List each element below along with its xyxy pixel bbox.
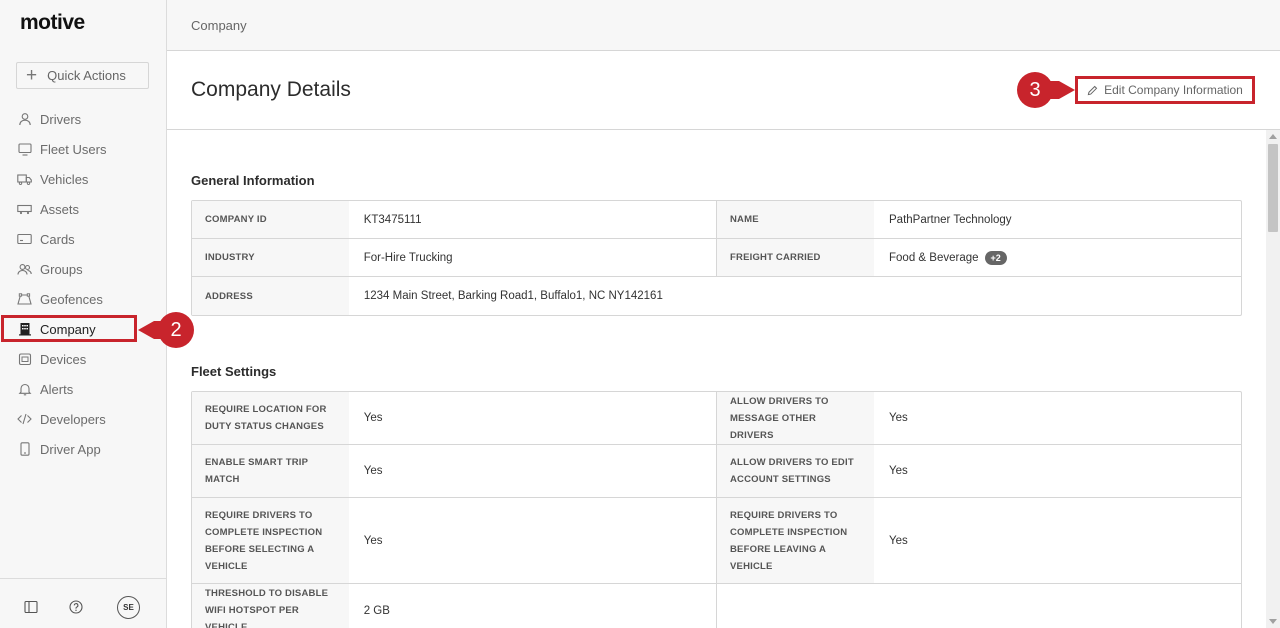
sidebar-item-alerts[interactable]: Alerts (0, 374, 166, 404)
sidebar-item-driver-app[interactable]: Driver App (0, 434, 166, 464)
sidebar-item-developers[interactable]: Developers (0, 404, 166, 434)
name-label: NAME (717, 201, 874, 238)
edit-company-information-button[interactable]: Edit Company Information (1075, 76, 1255, 104)
table-row: REQUIRE LOCATION FOR DUTY STATUS CHANGES… (192, 392, 1241, 445)
breadcrumb[interactable]: Company (191, 18, 247, 33)
sidebar-item-label: Cards (40, 231, 75, 247)
avatar[interactable]: SE (117, 596, 140, 619)
scroll-up-icon[interactable] (1269, 134, 1277, 139)
sidebar-item-geofences[interactable]: Geofences (0, 284, 166, 314)
person-icon (17, 112, 32, 127)
page-header: Company Details Edit Company Information (167, 51, 1280, 130)
setting-value: Yes (889, 534, 908, 547)
setting-label: ALLOW DRIVERS TO EDIT ACCOUNT SETTINGS (717, 445, 874, 497)
sidebar-item-label: Devices (40, 351, 87, 367)
plus-icon: + (26, 65, 38, 86)
name-value: PathPartner Technology (889, 213, 1012, 226)
address-label: ADDRESS (192, 277, 349, 315)
setting-value: Yes (889, 412, 908, 424)
setting-label: THRESHOLD TO DISABLE WIFI HOTSPOT PER VE… (192, 584, 349, 628)
general-information-grid: COMPANY ID KT3475111 NAME PathPartner Te… (191, 200, 1242, 316)
geofence-icon (17, 292, 32, 307)
setting-label: ALLOW DRIVERS TO MESSAGE OTHER DRIVERS (717, 392, 874, 444)
sidebar-item-drivers[interactable]: Drivers (0, 104, 166, 134)
sidebar-item-cards[interactable]: Cards (0, 224, 166, 254)
sidebar-item-devices[interactable]: Devices (0, 344, 166, 374)
setting-value: Yes (363, 412, 383, 424)
card-icon (17, 232, 32, 247)
sidebar-item-label: Alerts (40, 381, 74, 397)
company-highlight-box (1, 315, 137, 342)
sidebar-item-label: Assets (40, 201, 80, 217)
monitor-icon (17, 142, 32, 157)
edit-button-label: Edit Company Information (1104, 83, 1243, 97)
setting-label: REQUIRE LOCATION FOR DUTY STATUS CHANGES (192, 392, 349, 444)
sidebar-item-label: Fleet Users (40, 141, 107, 157)
table-row: ADDRESS 1234 Main Street, Barking Road1,… (192, 277, 1241, 315)
scrollbar-thumb[interactable] (1268, 144, 1278, 232)
quick-actions-label: Quick Actions (47, 68, 126, 83)
company-id-label: COMPANY ID (192, 201, 349, 238)
setting-value: Yes (363, 465, 383, 477)
address-value: 1234 Main Street, Barking Road1, Buffalo… (363, 290, 663, 302)
truck-icon (17, 172, 32, 187)
setting-value: Yes (889, 465, 908, 477)
freight-text: Food & Beverage (889, 251, 979, 264)
sidebar-item-label: Groups (40, 261, 83, 277)
groups-icon (17, 262, 32, 277)
table-row: COMPANY ID KT3475111 NAME PathPartner Te… (192, 201, 1241, 239)
fleet-settings-grid: REQUIRE LOCATION FOR DUTY STATUS CHANGES… (191, 391, 1242, 628)
pencil-icon (1087, 85, 1098, 96)
bell-icon (17, 382, 32, 397)
sidebar-nav: Drivers Fleet Users Vehicles Assets Card… (0, 104, 166, 464)
table-row: THRESHOLD TO DISABLE WIFI HOTSPOT PER VE… (192, 584, 1241, 628)
freight-carried-label: FREIGHT CARRIED (717, 239, 874, 276)
fleet-settings-title: Fleet Settings (191, 364, 277, 379)
setting-value: 2 GB (363, 604, 390, 617)
scroll-down-icon[interactable] (1269, 619, 1277, 624)
sidebar-item-vehicles[interactable]: Vehicles (0, 164, 166, 194)
code-icon (17, 412, 32, 427)
phone-icon (17, 442, 32, 457)
top-bar: Company (167, 0, 1280, 51)
setting-label: REQUIRE DRIVERS TO COMPLETE INSPECTION B… (717, 498, 874, 583)
table-row: ENABLE SMART TRIP MATCH Yes ALLOW DRIVER… (192, 445, 1241, 498)
industry-value: For-Hire Trucking (363, 251, 453, 264)
device-icon (17, 352, 32, 367)
table-row: INDUSTRY For-Hire Trucking FREIGHT CARRI… (192, 239, 1241, 277)
page-title: Company Details (191, 78, 351, 101)
more-freight-badge[interactable]: +2 (984, 250, 1007, 265)
sidebar-item-assets[interactable]: Assets (0, 194, 166, 224)
setting-label: ENABLE SMART TRIP MATCH (192, 445, 349, 497)
vertical-scrollbar[interactable] (1266, 130, 1280, 628)
sidebar-item-label: Drivers (40, 111, 82, 127)
sidebar-item-groups[interactable]: Groups (0, 254, 166, 284)
company-id-value: KT3475111 (363, 213, 422, 226)
setting-value: Yes (363, 534, 383, 547)
collapse-sidebar-icon[interactable] (23, 599, 39, 615)
industry-label: INDUSTRY (192, 239, 349, 276)
table-row: REQUIRE DRIVERS TO COMPLETE INSPECTION B… (192, 498, 1241, 584)
freight-carried-value: Food & Beverage +2 (874, 239, 1242, 276)
setting-label: REQUIRE DRIVERS TO COMPLETE INSPECTION B… (192, 498, 349, 583)
sidebar-item-label: Driver App (40, 441, 101, 457)
quick-actions-button[interactable]: + Quick Actions (16, 62, 149, 89)
sidebar-item-label: Geofences (40, 291, 103, 307)
general-information-title: General Information (191, 173, 315, 188)
trailer-icon (17, 202, 32, 217)
sidebar-item-label: Developers (40, 411, 106, 427)
sidebar-item-label: Vehicles (40, 171, 89, 187)
motive-logo[interactable]: motive (20, 11, 85, 35)
sidebar-item-fleet-users[interactable]: Fleet Users (0, 134, 166, 164)
help-icon[interactable] (68, 599, 84, 615)
main-content: General Information COMPANY ID KT3475111… (167, 130, 1267, 628)
